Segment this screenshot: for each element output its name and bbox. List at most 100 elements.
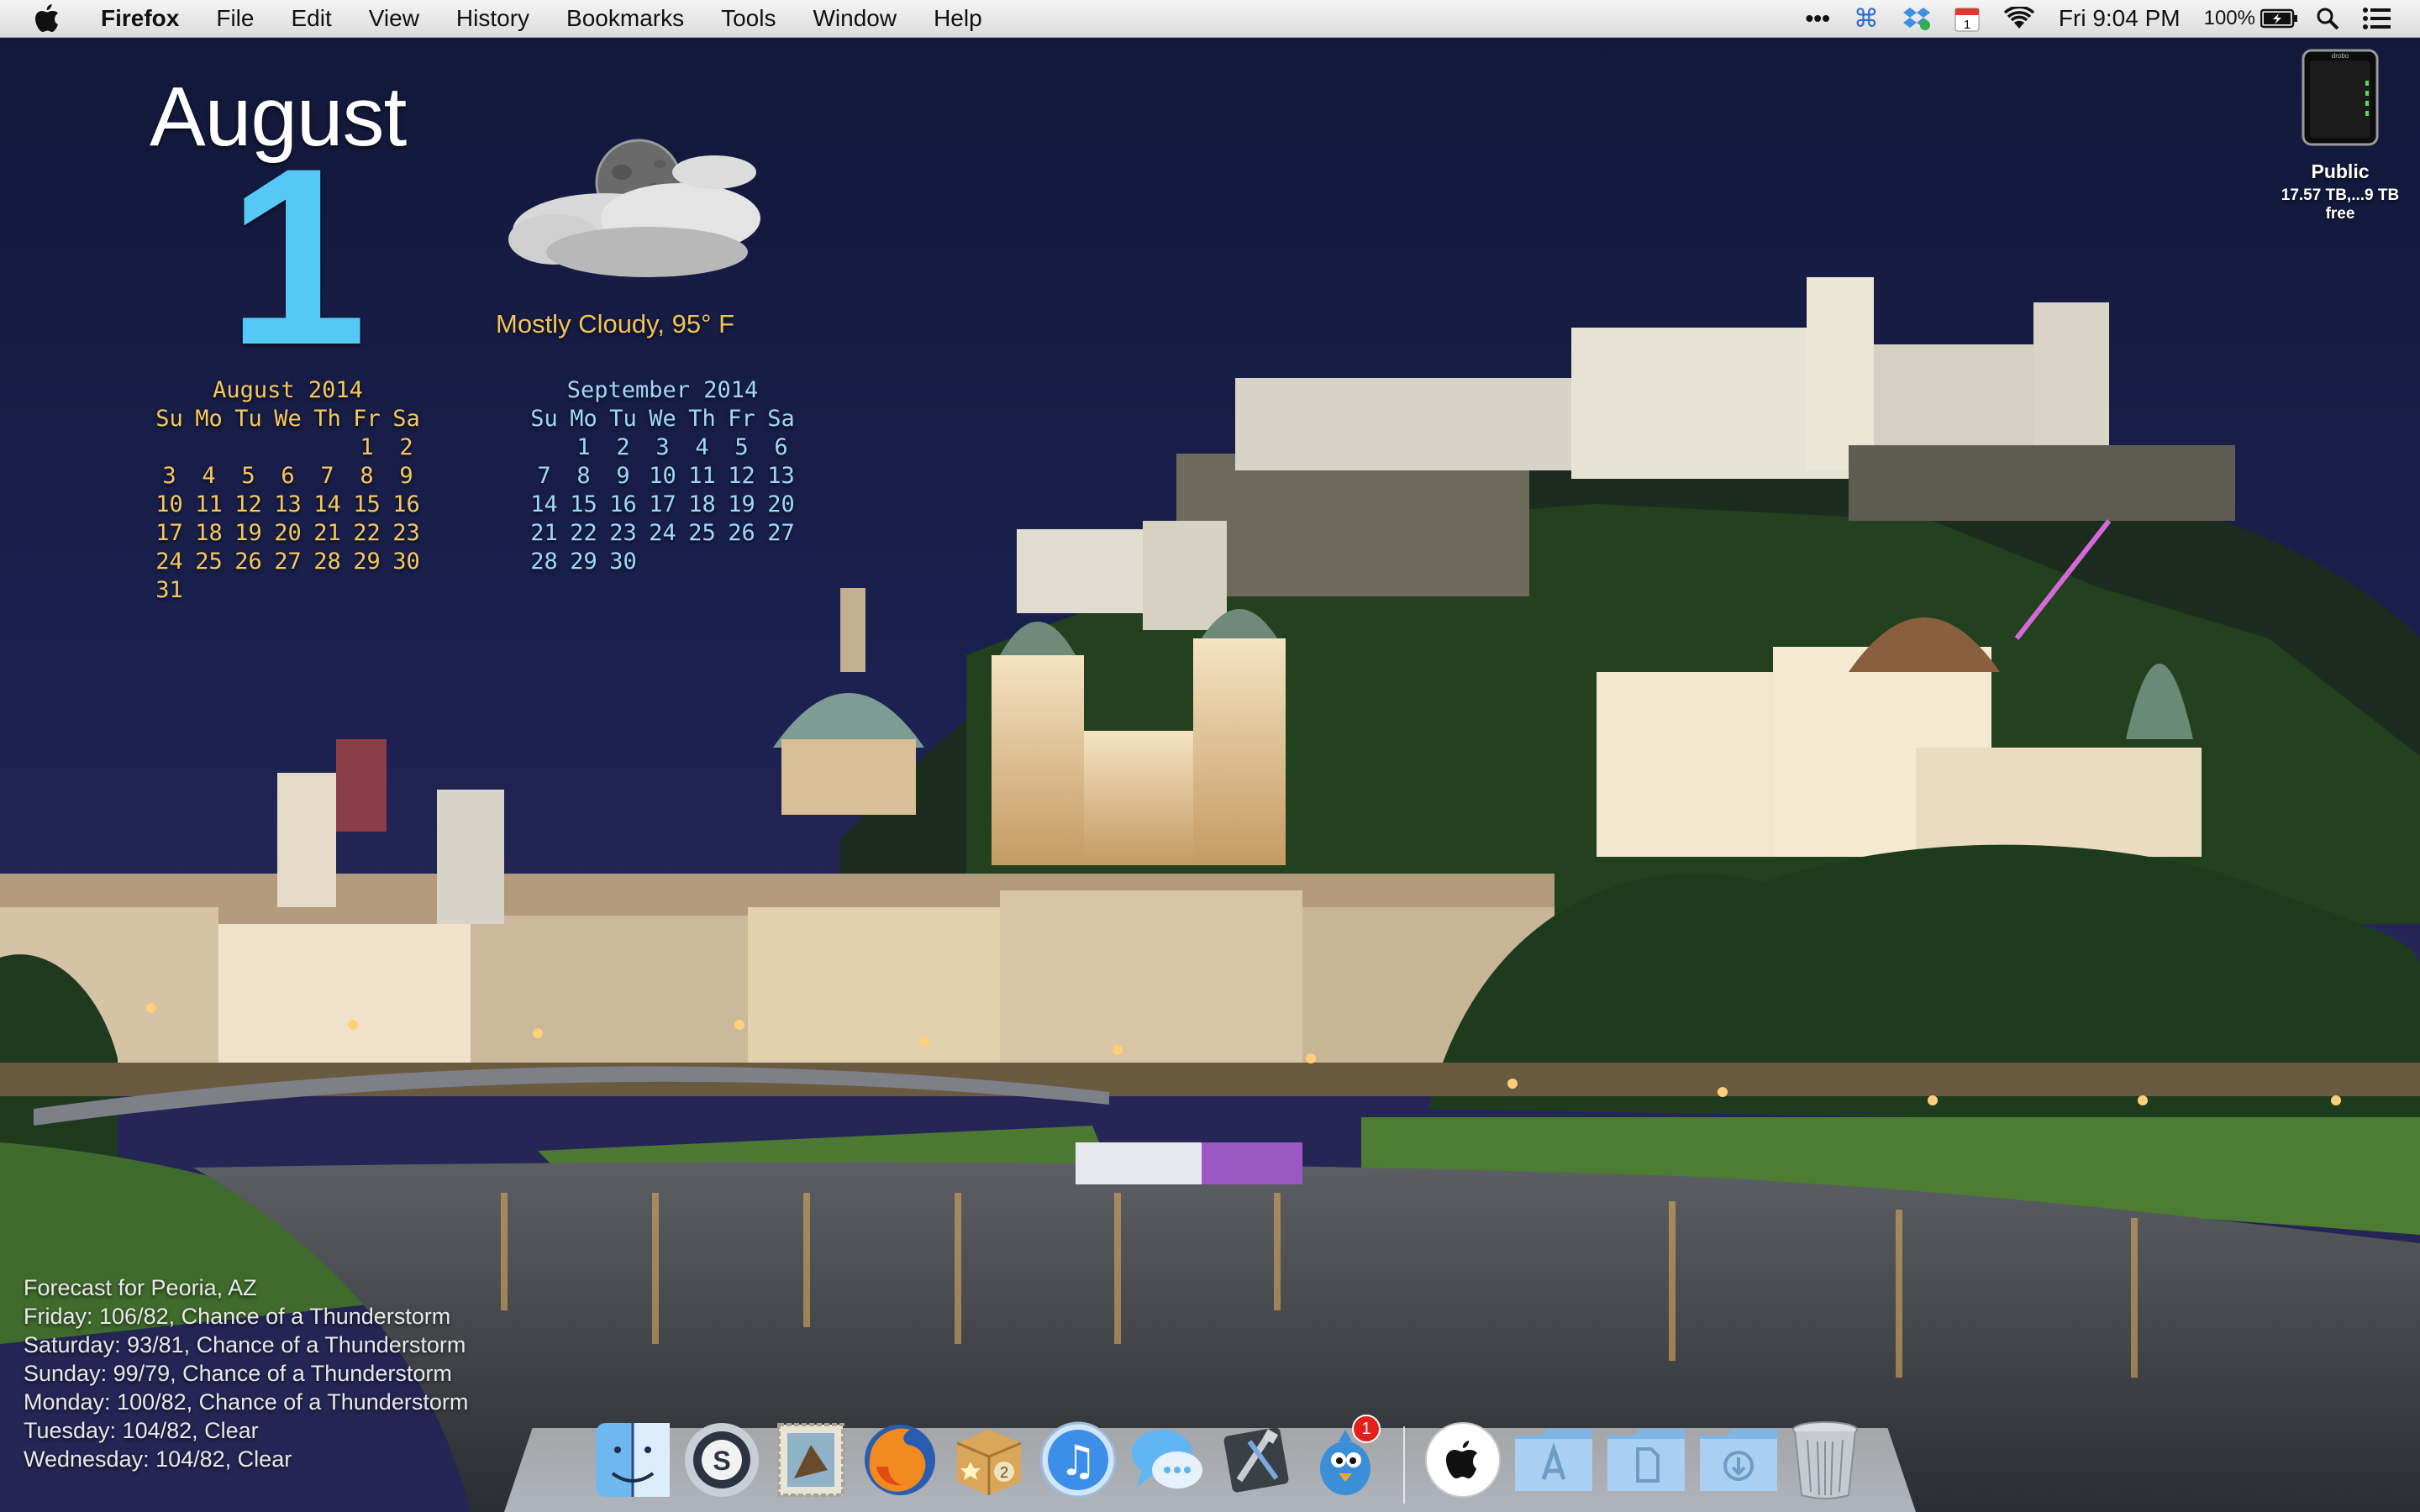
calendar-menu-icon[interactable]: 1 (1954, 5, 1980, 32)
battery-status[interactable]: 100% (2204, 7, 2299, 30)
calendar-day: 26 (728, 520, 755, 546)
calendar-grid: Su Mo Tu We Th Fr Sa 1 2 3 4 5 6 7 8 9 1… (524, 405, 801, 576)
weekday-label: Mo (570, 406, 597, 432)
drive-brand-text: drobo (2332, 52, 2349, 60)
calendar-day: 6 (774, 434, 788, 460)
calendar-day: 19 (728, 491, 755, 517)
calendar-day: 14 (530, 491, 558, 517)
mail-stamp-icon[interactable] (771, 1416, 851, 1504)
notification-center-icon[interactable] (2363, 7, 2391, 30)
weekday-label: Mo (195, 406, 223, 432)
calendar-day (268, 433, 308, 462)
forecast-line: Tuesday: 104/82, Clear (24, 1418, 259, 1443)
drive-public[interactable]: drobo Public 17.57 TB,...9 TB free (2269, 47, 2412, 223)
weekday-label: Th (688, 406, 716, 432)
apple-menu-icon[interactable] (30, 2, 64, 35)
calendar-day: 23 (609, 520, 637, 546)
apple-logo-icon[interactable] (1423, 1416, 1503, 1504)
calendar-day: 4 (695, 434, 709, 460)
applications-folder-icon[interactable] (1512, 1416, 1596, 1504)
calendar-day: 19 (234, 520, 262, 546)
dock-glyph: S (713, 1446, 730, 1476)
calendar-day: 29 (353, 549, 381, 575)
calendar-day: 18 (195, 520, 223, 546)
dock-glyph: ♫ (1060, 1436, 1097, 1485)
menu-tools[interactable]: Tools (702, 5, 794, 32)
weekday-label: Su (155, 406, 183, 432)
weekday-label: Th (313, 406, 341, 432)
firefox-icon[interactable] (860, 1416, 940, 1504)
calendar-day (268, 576, 308, 605)
menu-history[interactable]: History (438, 5, 548, 32)
wifi-icon[interactable] (2003, 7, 2035, 30)
menu-bookmarks[interactable]: Bookmarks (548, 5, 702, 32)
calendar-day (761, 548, 801, 576)
command-icon[interactable]: ⌘ (1854, 4, 1879, 34)
calendar-week: 17 18 19 20 21 22 23 (150, 519, 426, 548)
weekday-label: Fr (353, 406, 381, 432)
forecast-line: Saturday: 93/81, Chance of a Thunderstor… (24, 1332, 466, 1357)
calendar-day: 5 (241, 463, 255, 489)
xcode-icon[interactable] (1216, 1416, 1297, 1504)
1password-icon[interactable]: S (681, 1416, 762, 1504)
itunes-icon[interactable]: ♫ (1038, 1416, 1118, 1504)
menu-window[interactable]: Window (794, 5, 915, 32)
calendar-week: 28 29 30 (524, 548, 801, 576)
calendar-day: 20 (767, 491, 795, 517)
calendar-day: 28 (313, 549, 341, 575)
calendar-day: 10 (155, 491, 183, 517)
calendar-day: 7 (320, 463, 334, 489)
calendar-grid: Su Mo Tu We Th Fr Sa 1 2 3 4 5 6 7 8 9 1… (150, 405, 426, 605)
calendar-day: 26 (234, 549, 262, 575)
trash-icon[interactable] (1789, 1416, 1861, 1504)
calendar-day (643, 548, 682, 576)
calendar-day: 3 (655, 434, 670, 460)
calendar-day: 23 (392, 520, 420, 546)
menu-bar: Firefox File Edit View History Bookmarks… (0, 0, 2420, 38)
forecast-line: Wednesday: 104/82, Clear (24, 1446, 292, 1472)
menu-edit[interactable]: Edit (272, 5, 350, 32)
calendar-august: August 2014 Su Mo Tu We Th Fr Sa 1 2 3 4… (150, 376, 426, 605)
calendar-week: 10 11 12 13 14 15 16 (150, 491, 426, 519)
forecast-heading: Forecast for Peoria, AZ (24, 1275, 257, 1300)
calendar-day: 22 (353, 520, 381, 546)
calendar-day: 27 (274, 549, 302, 575)
calendar-day (347, 576, 387, 605)
calendar-day: 1 (360, 434, 374, 460)
weekday-label: Fr (728, 406, 755, 432)
calendar-day: 4 (202, 463, 216, 489)
notification-badge: 1 (1352, 1415, 1381, 1443)
dropbox-sync-icon[interactable] (1902, 6, 1931, 31)
calendar-day: 13 (767, 463, 795, 489)
finder-icon[interactable] (592, 1416, 673, 1504)
dock-separator (1403, 1426, 1405, 1504)
calendar-day: 5 (734, 434, 749, 460)
calendar-day: 2 (616, 434, 630, 460)
calendar-week: 1 2 (150, 433, 426, 462)
calendar-title: September 2014 (566, 377, 759, 403)
menu-app-firefox[interactable]: Firefox (92, 5, 197, 32)
spotlight-search-icon[interactable] (2316, 7, 2339, 30)
downloads-folder-icon[interactable] (1697, 1416, 1781, 1504)
more-items-icon[interactable]: ••• (1805, 5, 1829, 32)
documents-folder-icon[interactable] (1604, 1416, 1688, 1504)
calendar-day: 29 (570, 549, 597, 575)
calendar-day (189, 576, 229, 605)
calendar-day: 6 (281, 463, 295, 489)
menu-file[interactable]: File (197, 5, 272, 32)
calendar-day (189, 433, 229, 462)
menu-view[interactable]: View (350, 5, 438, 32)
clock-text[interactable]: Fri 9:04 PM (2059, 5, 2181, 32)
messages-icon[interactable] (1127, 1416, 1207, 1504)
calendar-day: 30 (609, 549, 637, 575)
weekday-header-row: Su Mo Tu We Th Fr Sa (524, 405, 801, 433)
menu-help[interactable]: Help (915, 5, 1001, 32)
calendar-day (308, 576, 347, 605)
package-box-icon[interactable]: 2 (949, 1416, 1029, 1504)
calendar-day: 10 (649, 463, 676, 489)
tweetbot-icon[interactable]: 1 (1305, 1415, 1386, 1504)
weekday-label: Su (530, 406, 558, 432)
calendar-day: 12 (728, 463, 755, 489)
calendar-day: 17 (649, 491, 676, 517)
calendar-day: 15 (353, 491, 381, 517)
